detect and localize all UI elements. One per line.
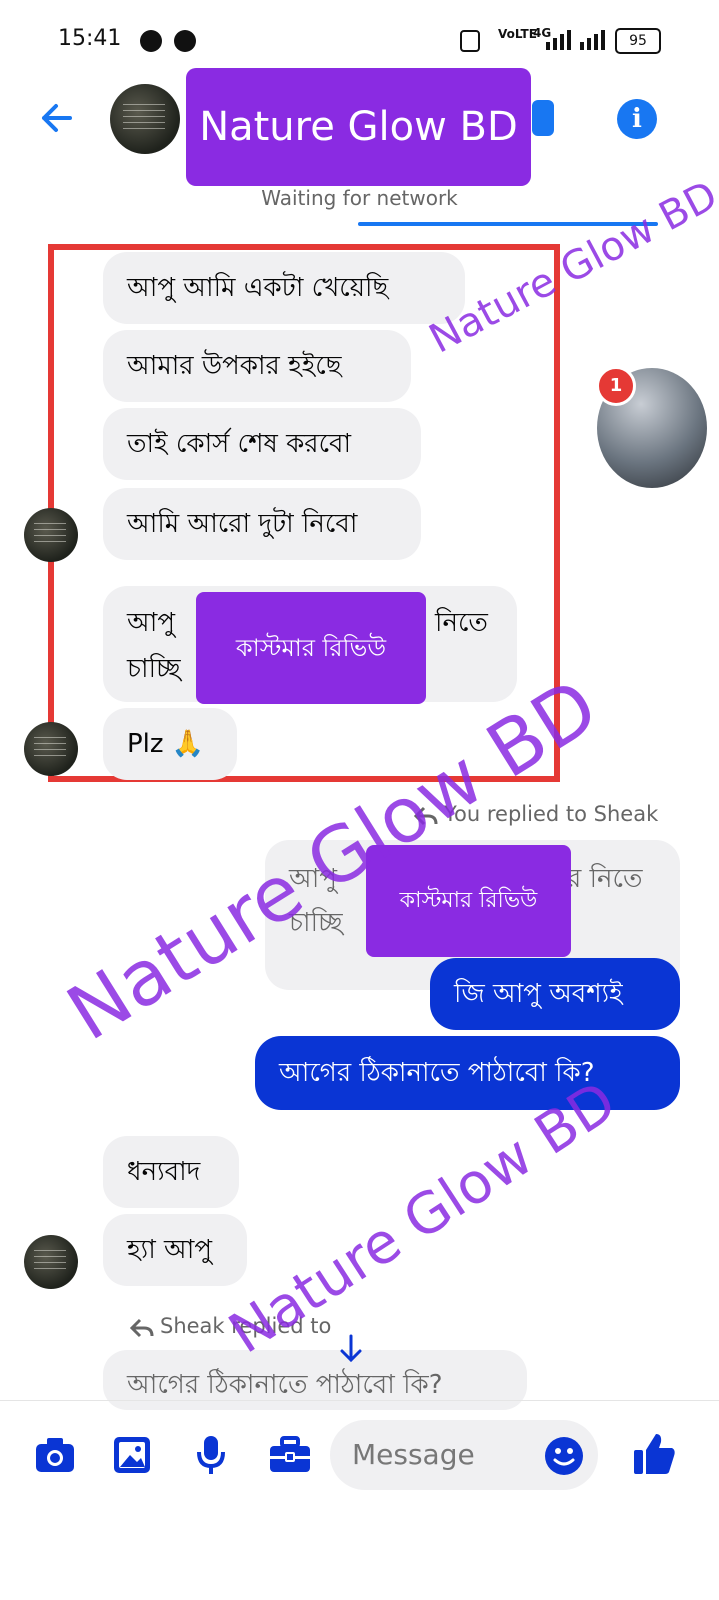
scroll-down-arrow-icon[interactable] [338, 1334, 364, 1364]
message-bubble[interactable]: Plz 🙏 [103, 708, 237, 780]
microphone-icon[interactable] [194, 1434, 228, 1476]
message-bubble[interactable]: হ্যা আপু [103, 1214, 247, 1286]
gallery-icon[interactable] [112, 1435, 152, 1475]
emoji-icon[interactable] [544, 1436, 584, 1476]
messenger-notification-icon-2 [174, 30, 196, 52]
like-thumb-icon[interactable] [632, 1430, 676, 1476]
back-arrow-icon[interactable] [34, 98, 74, 138]
message-placeholder: Message [352, 1438, 475, 1471]
message-bubble[interactable]: তাই কোর্স শেষ করবো [103, 408, 421, 480]
network-status: Waiting for network [261, 186, 458, 210]
sender-avatar[interactable] [24, 722, 78, 776]
status-time: 15:41 [58, 26, 122, 51]
message-bubble[interactable]: ধন্যবাদ [103, 1136, 239, 1208]
info-icon[interactable]: i [617, 99, 657, 139]
message-bubble[interactable]: আপু আমি একটা খেয়েছি [103, 252, 465, 324]
call-icon[interactable] [532, 100, 554, 136]
battery-indicator: 95 [615, 28, 661, 54]
volte-icon: VoLTE [498, 27, 537, 41]
review-label: কাস্টমার রিভিউ [196, 592, 426, 704]
message-text: চাচ্ছি [127, 654, 181, 684]
message-bubble[interactable]: আমি আরো দুটা নিবো [103, 488, 421, 560]
watermark: Nature Glow BD [218, 1069, 628, 1367]
reply-icon [130, 1318, 154, 1338]
page-title[interactable]: Nature Glow BD [186, 68, 531, 186]
message-text: নিতে [435, 608, 488, 638]
briefcase-icon[interactable] [268, 1436, 312, 1474]
message-bubble[interactable]: আমার উপকার হইছে [103, 330, 411, 402]
sender-avatar[interactable] [24, 508, 78, 562]
messenger-notification-icon [140, 30, 162, 52]
message-text: আপু [127, 608, 175, 638]
quoted-text: র নিতে [567, 864, 643, 894]
vibrate-icon [460, 30, 480, 52]
unread-badge: 1 [596, 366, 636, 406]
contact-avatar[interactable] [110, 84, 180, 154]
outgoing-message[interactable]: আগের ঠিকানাতে পাঠাবো কি? [255, 1036, 680, 1110]
outgoing-message[interactable]: জি আপু অবশ্যই [430, 958, 680, 1030]
camera-icon[interactable] [34, 1436, 76, 1474]
signal-icon [546, 30, 605, 50]
sender-avatar[interactable] [24, 1235, 78, 1289]
